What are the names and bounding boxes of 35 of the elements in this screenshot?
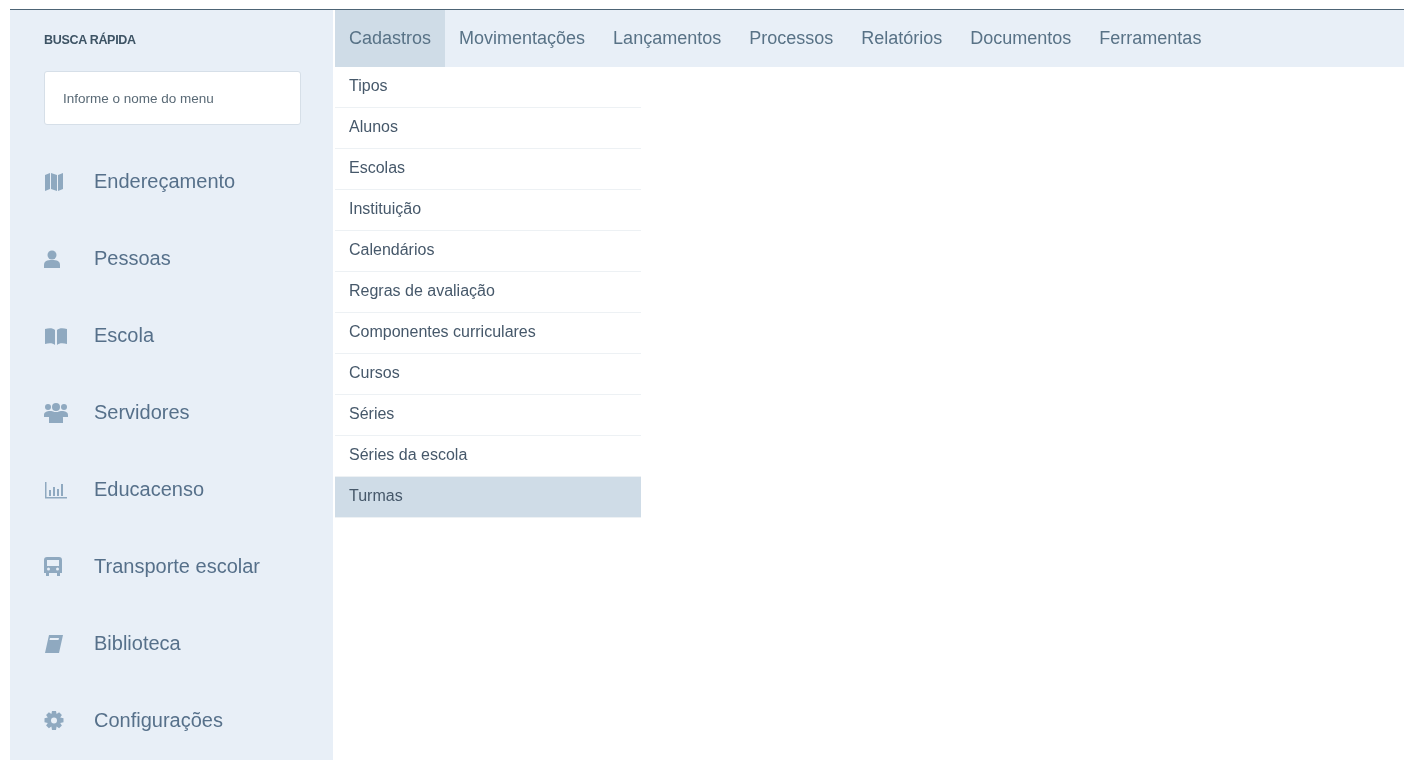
sidebar-item[interactable]: Servidores: [94, 401, 190, 424]
sidebar-item[interactable]: Endereçamento: [94, 170, 236, 193]
sidebar-item[interactable]: Pessoas: [94, 247, 171, 270]
menu-item[interactable]: Processos: [735, 10, 848, 67]
bus-icon: [44, 556, 62, 577]
bar-chart-icon: [44, 480, 68, 499]
dropdown-item[interactable]: Séries: [335, 395, 641, 436]
book-icon: [44, 326, 68, 345]
search-field[interactable]: Informe o nome do menu: [44, 71, 301, 125]
menu-item[interactable]: Cadastros: [335, 10, 446, 67]
sidebar-item[interactable]: Educacenso: [94, 478, 205, 501]
dropdown-item[interactable]: Componentes curriculares: [335, 313, 641, 354]
search-heading: BUSCA RÁPIDA: [44, 33, 137, 47]
dropdown-item[interactable]: Instituição: [335, 190, 641, 231]
dropdown-item[interactable]: Turmas: [335, 477, 641, 518]
gear-icon: [44, 710, 64, 731]
menu-item[interactable]: Movimentações: [445, 10, 600, 67]
book-icon: [44, 633, 64, 654]
sidebar-item[interactable]: Escola: [94, 324, 155, 347]
dropdown-item[interactable]: Tipos: [335, 67, 641, 108]
menu-item[interactable]: Lançamentos: [599, 10, 736, 67]
sidebar-item[interactable]: Transporte escolar: [94, 555, 260, 578]
dropdown-item[interactable]: Cursos: [335, 354, 641, 395]
map-icon: [44, 171, 64, 192]
sidebar-item[interactable]: Biblioteca: [94, 632, 181, 655]
dropdown-item[interactable]: Calendários: [335, 231, 641, 272]
group-icon: [44, 402, 68, 423]
person-icon: [44, 249, 60, 268]
menu-item[interactable]: Documentos: [956, 10, 1086, 67]
dropdown-item[interactable]: Escolas: [335, 149, 641, 190]
dropdown-item[interactable]: Alunos: [335, 108, 641, 149]
dropdown-item[interactable]: Regras de avaliação: [335, 272, 641, 313]
menu-item[interactable]: Ferramentas: [1085, 10, 1216, 67]
menu-item[interactable]: Relatórios: [847, 10, 957, 67]
sidebar-item[interactable]: Configurações: [94, 709, 223, 732]
